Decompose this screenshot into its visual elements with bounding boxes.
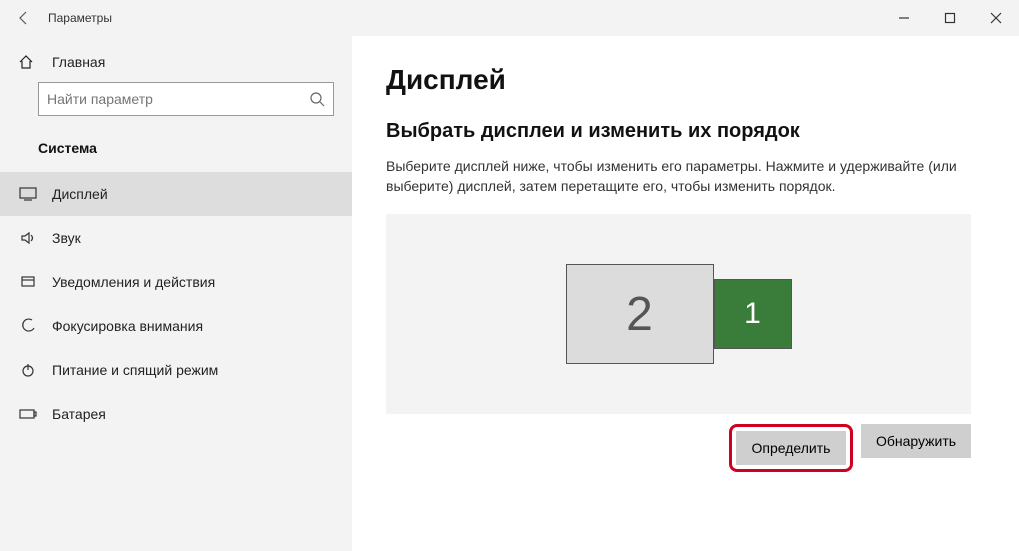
arrange-subheading: Выбрать дисплеи и изменить их порядок [386,120,985,143]
sidebar-section-label: Система [0,134,352,172]
sidebar-home-label: Главная [52,54,105,70]
home-icon [18,54,38,70]
main-content: Дисплей Выбрать дисплеи и изменить их по… [352,36,1019,551]
window-title: Параметры [48,11,112,25]
sound-icon [18,230,38,246]
sidebar-item-label: Дисплей [52,186,108,202]
display-label: 1 [744,297,761,331]
sidebar-item-label: Батарея [52,406,106,422]
notification-icon [18,274,38,290]
display-2[interactable]: 2 [566,264,714,364]
identify-button[interactable]: Определить [736,431,846,465]
display-icon [18,187,38,201]
sidebar-item-label: Питание и спящий режим [52,362,218,378]
display-label: 2 [626,287,653,342]
display-1[interactable]: 1 [714,279,792,349]
sidebar-item-label: Уведомления и действия [52,274,215,290]
sidebar: Главная Система Дисплей [0,36,352,551]
highlight-annotation: Определить [729,424,853,472]
sidebar-item-focus[interactable]: Фокусировка внимания [0,304,352,348]
arrange-description: Выберите дисплей ниже, чтобы изменить ег… [386,157,985,196]
close-button[interactable] [973,0,1019,36]
detect-button[interactable]: Обнаружить [861,424,971,458]
back-button[interactable] [0,10,48,26]
sidebar-item-power[interactable]: Питание и спящий режим [0,348,352,392]
search-icon [309,91,325,107]
sidebar-item-notifications[interactable]: Уведомления и действия [0,260,352,304]
sidebar-item-label: Звук [52,230,81,246]
search-box[interactable] [38,82,334,116]
battery-icon [18,408,38,420]
power-icon [18,362,38,378]
sidebar-item-sound[interactable]: Звук [0,216,352,260]
minimize-button[interactable] [881,0,927,36]
sidebar-item-battery[interactable]: Батарея [0,392,352,436]
sidebar-home[interactable]: Главная [0,50,352,82]
maximize-button[interactable] [927,0,973,36]
titlebar: Параметры [0,0,1019,36]
page-title: Дисплей [386,64,985,96]
sidebar-item-label: Фокусировка внимания [52,318,203,334]
display-arrange-area[interactable]: 2 1 [386,214,971,414]
search-input[interactable] [47,91,309,107]
sidebar-item-display[interactable]: Дисплей [0,172,352,216]
focus-icon [18,318,38,334]
